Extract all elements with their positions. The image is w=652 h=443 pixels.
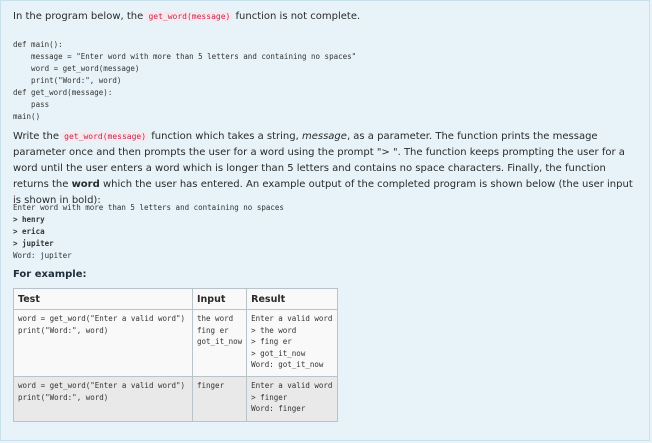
desc-part: function which takes a string,: [148, 131, 302, 142]
examples-table: Test Input Result word = get_word("Enter…: [13, 288, 339, 422]
cell-result: Enter a valid word > the word > fing er …: [246, 309, 339, 377]
example-output: Enter word with more than 5 letters and …: [13, 202, 284, 262]
output-line: Enter word with more than 5 letters and …: [13, 203, 284, 212]
cell-result: Enter a valid word > finger Word: finger: [246, 376, 339, 422]
output-line: Word: jupiter: [13, 251, 72, 260]
code-line: def main():: [13, 40, 63, 49]
table-row: word = get_word("Enter a valid word") pr…: [13, 309, 339, 377]
table-header-row: Test Input Result: [13, 288, 339, 310]
cell-test: word = get_word("Enter a valid word") pr…: [13, 309, 193, 377]
code-line: word = get_word(message): [13, 64, 140, 73]
description-text: Write the get_word(message) function whi…: [13, 129, 639, 209]
code-line: pass: [13, 100, 50, 109]
table-row: word = get_word("Enter a valid word") pr…: [13, 376, 339, 422]
desc-param: message: [301, 131, 347, 142]
inline-code-function: get_word(message): [62, 132, 149, 141]
desc-bold-word: word: [71, 179, 100, 190]
program-code: def main(): message = "Enter word with m…: [13, 39, 356, 123]
cell-input: the word fing er got_it_now: [191, 309, 248, 377]
desc-part: Write the: [13, 131, 63, 142]
for-example-heading: For example:: [13, 269, 87, 280]
inline-code-function: get_word(message): [146, 12, 233, 21]
header-test: Test: [13, 288, 193, 310]
code-line: print("Word:", word): [13, 76, 122, 85]
output-line-input: > jupiter: [13, 239, 54, 248]
cell-input: finger: [191, 376, 248, 422]
code-line: main(): [13, 112, 41, 121]
intro-after: function is not complete.: [232, 11, 361, 22]
intro-text: In the program below, the get_word(messa…: [13, 9, 360, 25]
output-line-input: > erica: [13, 227, 45, 236]
header-input: Input: [191, 288, 248, 310]
code-line: def get_word(message):: [13, 88, 113, 97]
header-result: Result: [246, 288, 339, 310]
cell-test: word = get_word("Enter a valid word") pr…: [13, 376, 193, 422]
code-line: message = "Enter word with more than 5 l…: [13, 52, 357, 61]
output-line-input: > henry: [13, 215, 45, 224]
question-panel: In the program below, the get_word(messa…: [0, 0, 650, 441]
intro-before: In the program below, the: [13, 11, 147, 22]
